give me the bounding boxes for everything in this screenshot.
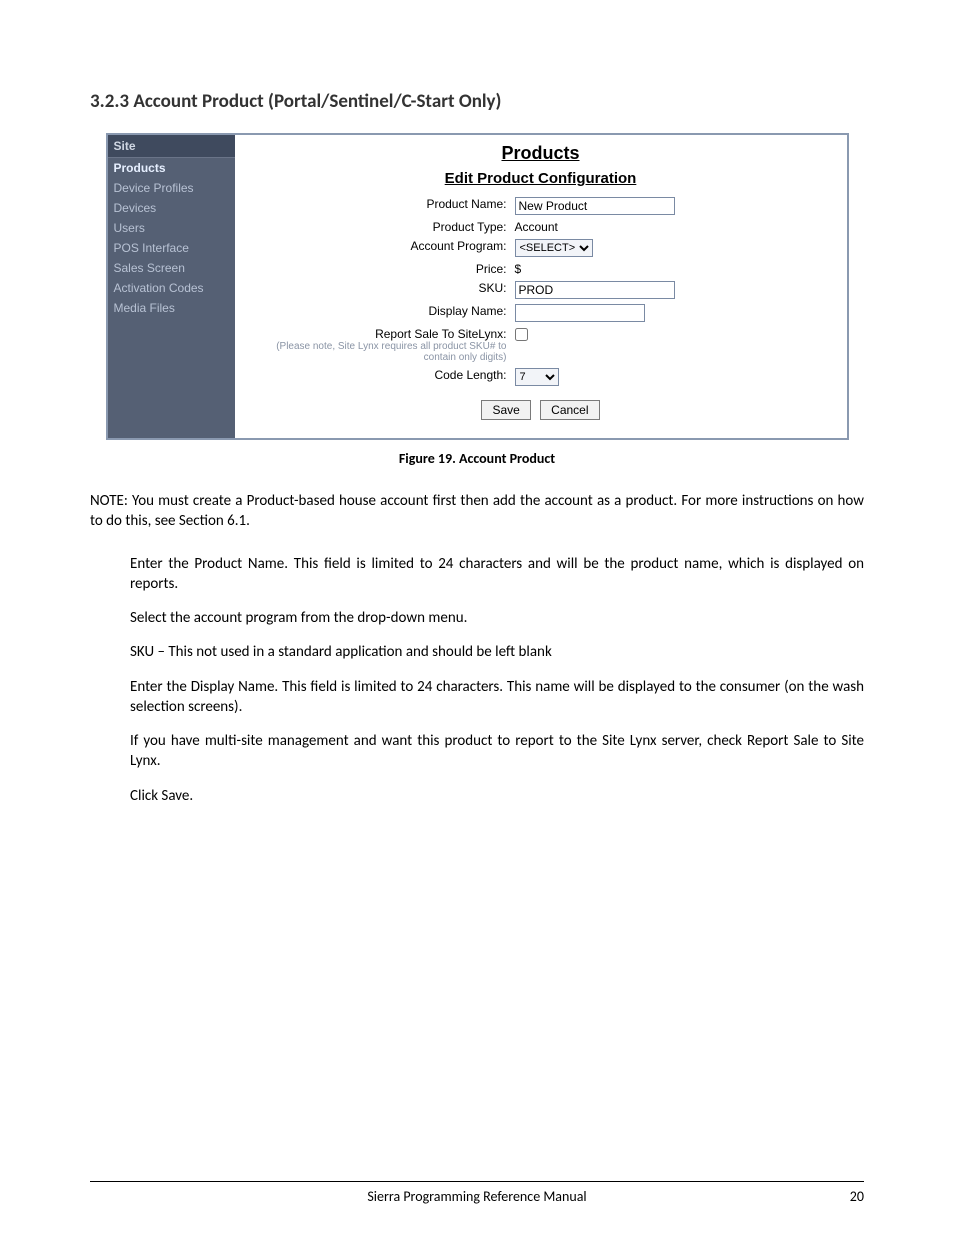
note-paragraph: NOTE: You must create a Product-based ho… <box>90 491 864 532</box>
sidebar: Site Products Device Profiles Devices Us… <box>108 135 235 438</box>
label-account-program: Account Program: <box>245 239 515 253</box>
display-name-input[interactable] <box>515 304 645 322</box>
label-price: Price: <box>245 262 515 276</box>
sidebar-item-sales-screen[interactable]: Sales Screen <box>108 258 235 278</box>
label-product-name: Product Name: <box>245 197 515 211</box>
label-report-sale-note: (Please note, Site Lynx requires all pro… <box>245 341 507 363</box>
step-item: Click Save. <box>130 786 864 806</box>
panel-subtitle: Edit Product Configuration <box>245 170 837 187</box>
sidebar-item-activation-codes[interactable]: Activation Codes <box>108 278 235 298</box>
sku-input[interactable] <box>515 281 675 299</box>
app-screenshot: Site Products Device Profiles Devices Us… <box>106 133 849 440</box>
sidebar-item-users[interactable]: Users <box>108 218 235 238</box>
footer-title: Sierra Programming Reference Manual <box>367 1188 586 1205</box>
step-item: Select the account program from the drop… <box>130 608 864 628</box>
price-prefix: $ <box>515 262 837 276</box>
panel-title: Products <box>245 143 837 164</box>
account-program-select[interactable]: <SELECT> <box>515 239 593 257</box>
label-display-name: Display Name: <box>245 304 515 318</box>
page-number: 20 <box>850 1188 864 1205</box>
sidebar-item-products[interactable]: Products <box>108 158 235 178</box>
report-sale-checkbox[interactable] <box>515 328 528 341</box>
page-footer: Sierra Programming Reference Manual 20 <box>90 1181 864 1205</box>
product-name-input[interactable] <box>515 197 675 215</box>
step-item: Enter the Product Name. This field is li… <box>130 554 864 595</box>
code-length-select[interactable]: 7 <box>515 368 559 386</box>
sidebar-item-device-profiles[interactable]: Device Profiles <box>108 178 235 198</box>
sidebar-header: Site <box>108 135 235 158</box>
main-panel: Products Edit Product Configuration Prod… <box>235 135 847 438</box>
label-report-sale: Report Sale To SiteLynx: <box>375 327 506 341</box>
step-item: If you have multi-site management and wa… <box>130 731 864 772</box>
sidebar-item-devices[interactable]: Devices <box>108 198 235 218</box>
product-type-value: Account <box>515 220 837 234</box>
steps-list: Enter the Product Name. This field is li… <box>130 554 864 806</box>
label-product-type: Product Type: <box>245 220 515 234</box>
cancel-button[interactable]: Cancel <box>540 400 599 420</box>
section-heading: 3.2.3 Account Product (Portal/Sentinel/C… <box>90 90 864 113</box>
sidebar-item-pos-interface[interactable]: POS Interface <box>108 238 235 258</box>
label-code-length: Code Length: <box>245 368 515 382</box>
label-sku: SKU: <box>245 281 515 295</box>
save-button[interactable]: Save <box>481 400 530 420</box>
figure-caption: Figure 19. Account Product <box>90 450 864 467</box>
step-item: Enter the Display Name. This field is li… <box>130 677 864 718</box>
sidebar-item-media-files[interactable]: Media Files <box>108 298 235 318</box>
step-item: SKU – This not used in a standard applic… <box>130 642 864 662</box>
